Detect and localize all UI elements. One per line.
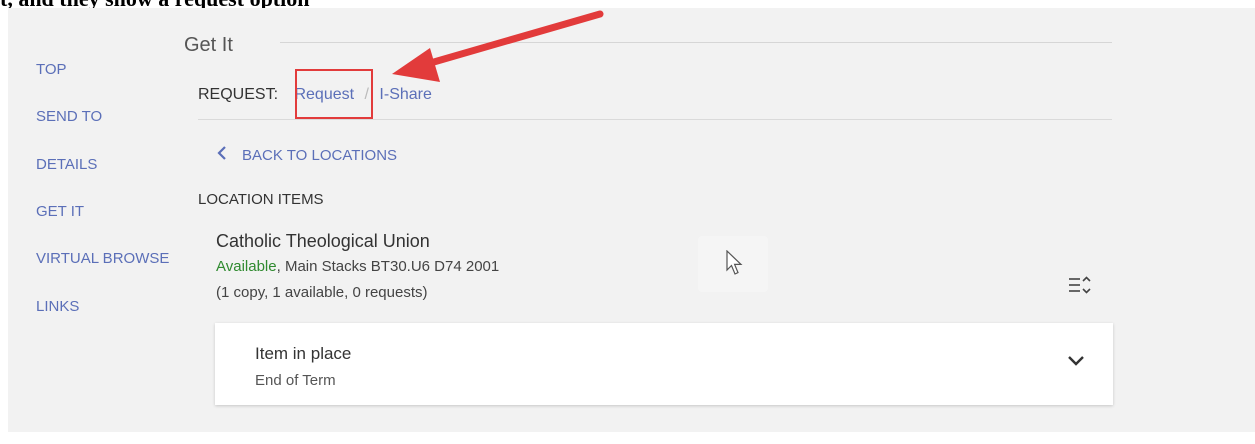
title-divider: [280, 42, 1112, 43]
availability-status: Available: [216, 258, 277, 275]
ishare-link[interactable]: I-Share: [379, 86, 431, 103]
sidebar-item-top[interactable]: TOP: [36, 61, 67, 78]
back-to-locations-label: BACK TO LOCATIONS: [242, 147, 398, 164]
request-separator: /: [364, 86, 369, 103]
request-divider: [198, 119, 1112, 120]
request-link[interactable]: Request: [294, 86, 354, 103]
location-items-title: LOCATION ITEMS: [198, 191, 324, 208]
back-to-locations-link[interactable]: BACK TO LOCATIONS: [214, 146, 397, 164]
item-policy: End of Term: [255, 372, 336, 389]
chevron-left-icon: [214, 146, 230, 164]
mouse-pointer-icon: [726, 249, 744, 276]
sidebar-item-get-it[interactable]: GET IT: [36, 203, 84, 220]
sidebar-item-details[interactable]: DETAILS: [36, 156, 97, 173]
sidebar-item-virtual-browse[interactable]: VIRTUAL BROWSE: [36, 250, 169, 267]
copies-summary: (1 copy, 1 available, 0 requests): [216, 284, 428, 301]
request-row: REQUEST: Request / I-Share: [198, 86, 432, 104]
cropped-heading-text: t, and they show a request option: [0, 0, 309, 8]
sidebar-item-send-to[interactable]: SEND TO: [36, 108, 102, 125]
item-status: Item in place: [255, 344, 352, 363]
location-status: Available, Main Stacks BT30.U6 D74 2001: [216, 258, 499, 275]
section-title: Get It: [184, 34, 233, 56]
call-number: , Main Stacks BT30.U6 D74 2001: [276, 258, 500, 275]
sidebar-item-links[interactable]: LINKS: [36, 298, 79, 315]
location-name: Catholic Theological Union: [216, 231, 430, 251]
list-sort-icon[interactable]: [1068, 274, 1092, 296]
request-label: REQUEST:: [198, 86, 279, 103]
chevron-down-icon[interactable]: [1067, 354, 1085, 368]
full-record-panel: TOP SEND TO DETAILS GET IT VIRTUAL BROWS…: [8, 8, 1255, 432]
cropped-heading: t, and they show a request option: [0, 0, 600, 8]
item-card[interactable]: Item in place End of Term: [215, 323, 1113, 405]
